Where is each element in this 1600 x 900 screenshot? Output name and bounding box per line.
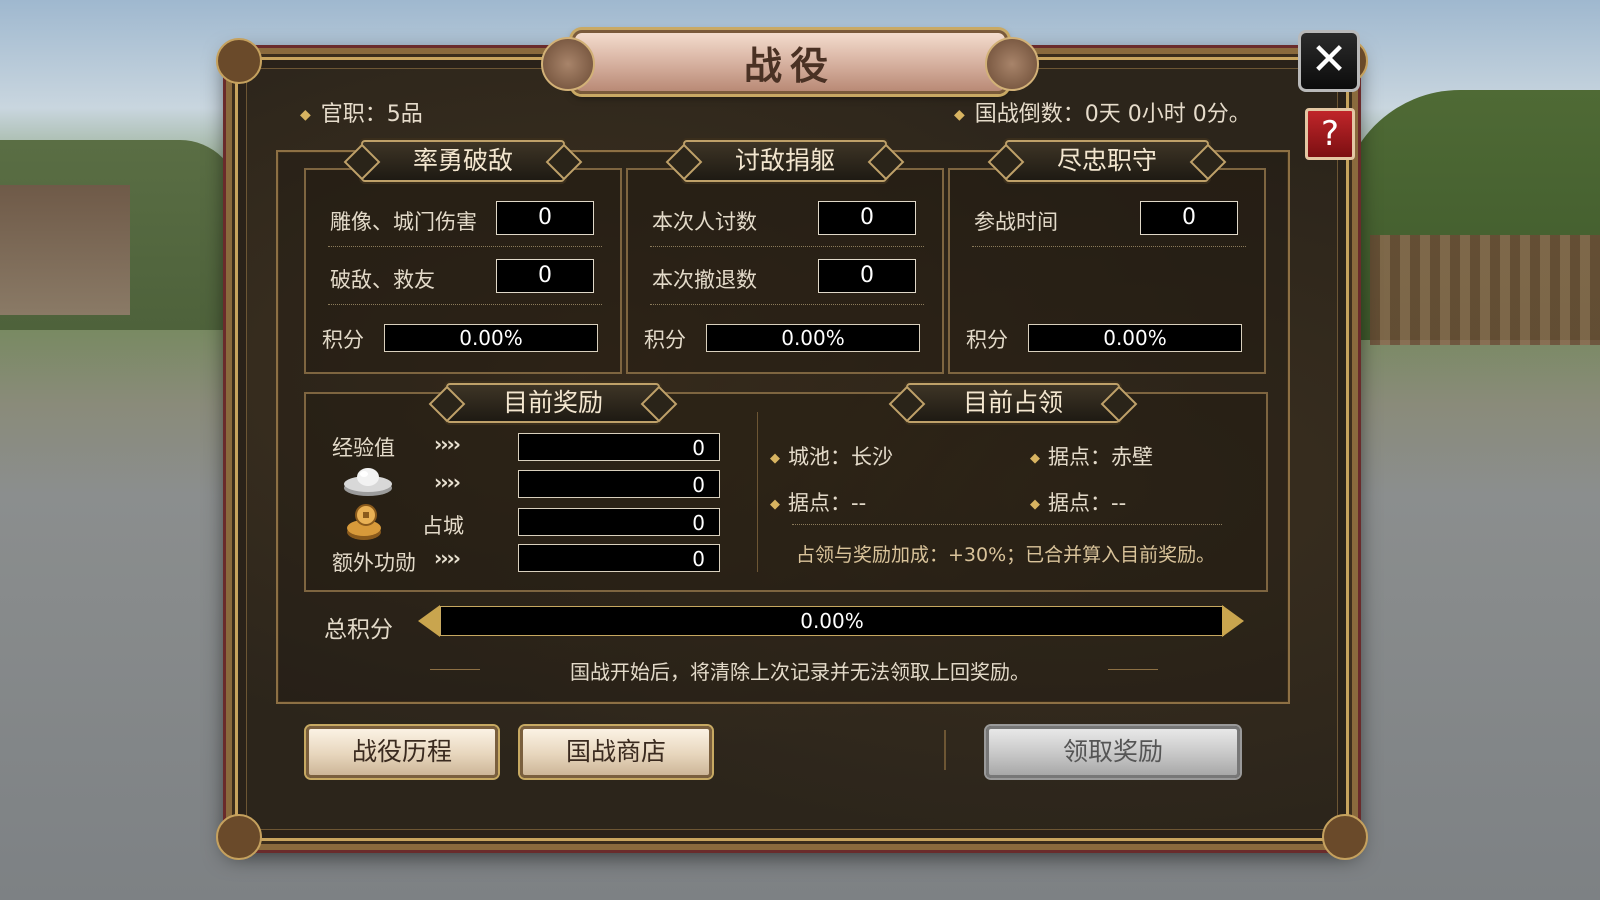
reward-label-extra-merit: 额外功勋 [332, 551, 416, 575]
stat-label: 雕像、城门伤害 [330, 210, 477, 234]
occupied-stronghold-text: 据点：赤壁 [1048, 445, 1153, 469]
section-title: 尽忠职守 [1005, 140, 1209, 182]
occupied-stronghold: ◆ 据点：赤壁 [1030, 441, 1153, 471]
occupied-stronghold: ◆ 据点：-- [1030, 487, 1126, 517]
section-title: 率勇破敌 [361, 140, 565, 182]
stat-label: 参战时间 [974, 210, 1058, 234]
dialog-title: 战役 [743, 43, 836, 88]
reward-value-exp: 0 [518, 433, 720, 461]
reward-label-occupy: 占城 [422, 514, 464, 538]
total-score-label: 总积分 [324, 617, 393, 643]
stat-row: 雕像、城门伤害 0 [328, 194, 602, 247]
rank-text: 官职：5品 [320, 102, 423, 127]
corner-ornament [216, 814, 262, 860]
background-fence [1370, 235, 1600, 345]
copper-coins-icon [347, 504, 381, 540]
stat-label: 本次撤退数 [652, 268, 757, 292]
occupation-bonus-text: 占领与奖励加成：+30%；已合并算入目前奖励。 [796, 544, 1216, 566]
stat-row: 参战时间 0 [972, 194, 1246, 247]
divider [757, 412, 758, 572]
countdown-text: 国战倒数：0天 0小时 0分。 [974, 102, 1251, 127]
stat-value: 0 [496, 259, 594, 293]
help-button[interactable]: ? [1305, 108, 1355, 160]
occupied-stronghold-text: 据点：-- [1048, 491, 1127, 515]
background-house [0, 185, 130, 315]
score-label: 积分 [644, 328, 686, 352]
diamond-icon: ◆ [300, 107, 311, 123]
occupied-stronghold: ◆ 据点：-- [770, 487, 866, 517]
stat-value: 0 [496, 201, 594, 235]
notice-text: 国战开始后，将清除上次记录并无法领取上回奖励。 [570, 660, 1030, 684]
close-icon: ✕ [1310, 34, 1348, 85]
reward-value-occupy: 0 [518, 508, 720, 536]
diamond-icon: ◆ [954, 107, 965, 123]
total-score-bar: 0.00% [440, 606, 1224, 636]
stat-value: 0 [818, 259, 916, 293]
rank-info: ◆ 官职：5品 [300, 96, 423, 128]
occupied-city: ◆ 城池：长沙 [770, 441, 893, 471]
corner-ornament [1322, 814, 1368, 860]
arrows-icon: ›››› [434, 470, 461, 494]
divider [944, 730, 946, 770]
divider [1108, 669, 1158, 670]
stat-label: 本次人讨数 [652, 210, 757, 234]
corner-ornament [216, 38, 262, 84]
stat-row: 本次人讨数 0 [650, 194, 924, 247]
reward-value-silver: 0 [518, 470, 720, 498]
stat-value: 0 [1140, 201, 1238, 235]
stat-value: 0 [818, 201, 916, 235]
score-row: 积分 0.00% [642, 322, 924, 352]
stat-label: 破敌、救友 [330, 268, 435, 292]
close-button[interactable]: ✕ [1298, 30, 1360, 92]
occupation-title: 目前占领 [906, 383, 1120, 423]
diamond-icon: ◆ [1030, 450, 1040, 466]
reward-label-exp: 经验值 [332, 436, 395, 460]
help-icon: ? [1320, 114, 1340, 154]
stat-row: 破敌、救友 0 [328, 252, 602, 305]
arrows-icon: ›››› [434, 546, 461, 570]
claim-reward-button[interactable]: 领取奖励 [986, 726, 1240, 778]
section-sacrifice: 讨敌捐躯 本次人讨数 0 本次撤退数 0 积分 0.00% [626, 140, 944, 374]
reward-value-extra-merit: 0 [518, 544, 720, 572]
score-label: 积分 [322, 328, 364, 352]
score-label: 积分 [966, 328, 1008, 352]
score-bar: 0.00% [1028, 324, 1242, 352]
rewards-title: 目前奖励 [446, 383, 660, 423]
campaign-history-button[interactable]: 战役历程 [306, 726, 498, 778]
divider [792, 524, 1222, 525]
war-shop-button[interactable]: 国战商店 [520, 726, 712, 778]
dialog-title-plate: 战役 [541, 30, 1039, 94]
score-row: 积分 0.00% [320, 322, 602, 352]
diamond-icon: ◆ [770, 450, 780, 466]
score-bar: 0.00% [384, 324, 598, 352]
stat-row: 本次撤退数 0 [650, 252, 924, 305]
arrow-left-icon [418, 605, 440, 637]
arrows-icon: ›››› [434, 432, 461, 456]
section-loyalty: 尽忠职守 参战时间 0 积分 0.00% [948, 140, 1266, 374]
section-title: 讨敌捐躯 [683, 140, 887, 182]
section-bravery: 率勇破敌 雕像、城门伤害 0 破敌、救友 0 积分 0.00% [304, 140, 622, 374]
diamond-icon: ◆ [770, 496, 780, 512]
score-bar: 0.00% [706, 324, 920, 352]
arrow-right-icon [1222, 605, 1244, 637]
diamond-icon: ◆ [1030, 496, 1040, 512]
silver-ingot-icon [344, 468, 392, 496]
occupied-city-text: 城池：长沙 [788, 445, 893, 469]
occupied-stronghold-text: 据点：-- [788, 491, 867, 515]
score-row: 积分 0.00% [964, 322, 1246, 352]
war-countdown: ◆ 国战倒数：0天 0小时 0分。 [954, 96, 1251, 128]
